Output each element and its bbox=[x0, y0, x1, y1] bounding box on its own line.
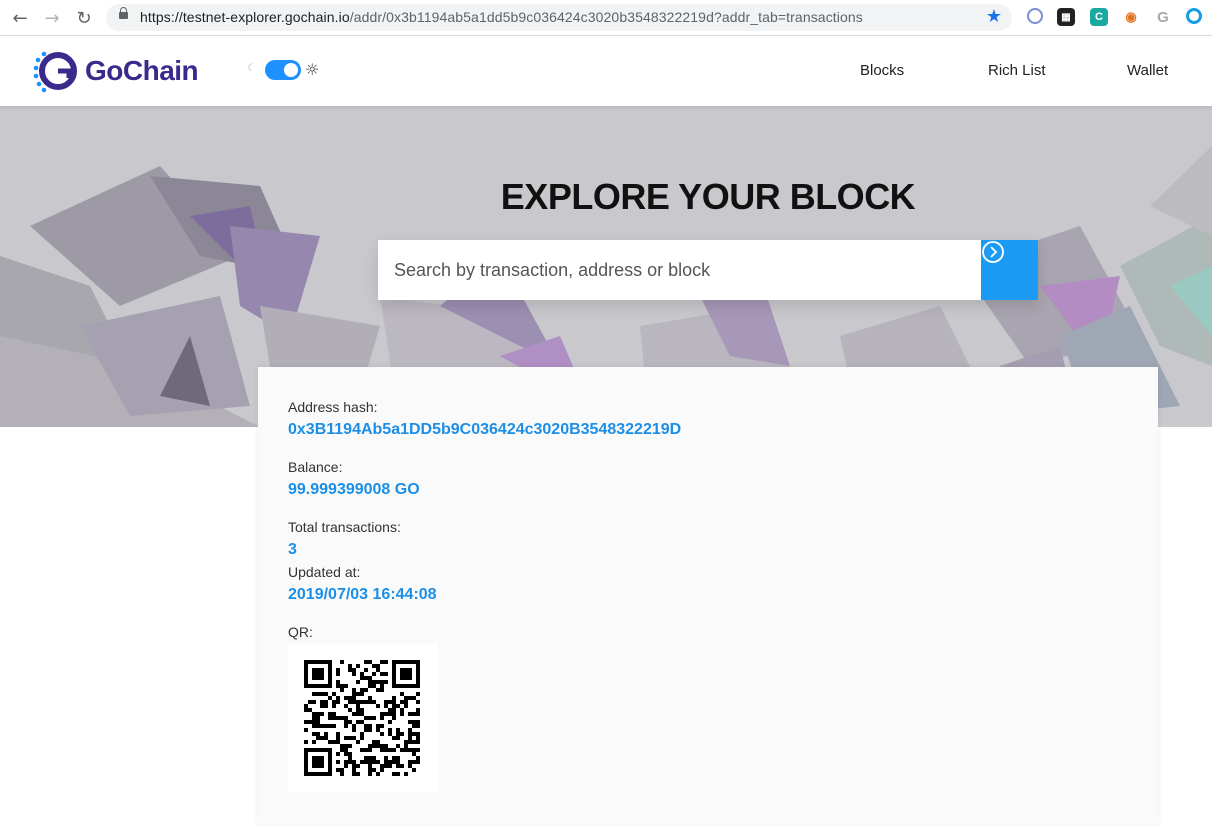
address-details-card: Address hash: 0x3B1194Ab5a1DD5b9C036424c… bbox=[258, 367, 1158, 827]
hero-title: EXPLORE YOUR BLOCK bbox=[500, 176, 916, 217]
qr-label: QR: bbox=[288, 624, 313, 640]
url-host: https://testnet-explorer.gochain.io bbox=[140, 9, 350, 25]
qr-code-container bbox=[288, 644, 438, 792]
url-text[interactable]: https://testnet-explorer.gochain.io/addr… bbox=[140, 9, 863, 25]
site-header: GoChain ☾ ☼ Blocks Rich List Wallet bbox=[0, 36, 1212, 106]
gochain-logo-icon bbox=[33, 51, 77, 93]
extension-metamask-icon[interactable]: ◉ bbox=[1122, 8, 1140, 26]
browser-toolbar: ← → ↻ https://testnet-explorer.gochain.i… bbox=[0, 0, 1212, 36]
extension-google-icon[interactable]: G bbox=[1154, 8, 1172, 26]
gochain-logo[interactable]: GoChain bbox=[33, 48, 213, 94]
extension-wave-icon[interactable]: C bbox=[1090, 8, 1108, 26]
total-transactions-label: Total transactions: bbox=[288, 519, 401, 535]
total-transactions-value: 3 bbox=[288, 541, 297, 558]
sun-icon: ☼ bbox=[305, 60, 320, 79]
search-input[interactable] bbox=[378, 240, 981, 300]
nav-rich-list[interactable]: Rich List bbox=[988, 62, 1046, 79]
moon-icon: ☾ bbox=[247, 63, 256, 74]
extension-opera-icon[interactable] bbox=[1027, 8, 1043, 24]
updated-at-value: 2019/07/03 16:44:08 bbox=[288, 586, 437, 603]
url-path: /addr/0x3b1194ab5a1dd5b9c036424c3020b354… bbox=[349, 9, 863, 25]
back-arrow-icon[interactable]: ← bbox=[8, 6, 32, 30]
chevron-right-circle-icon bbox=[982, 241, 1004, 263]
toggle-knob bbox=[284, 63, 298, 77]
extension-circle-icon[interactable] bbox=[1186, 8, 1202, 24]
logo-text: GoChain bbox=[85, 55, 199, 86]
nav-blocks[interactable]: Blocks bbox=[860, 62, 904, 79]
address-bar[interactable]: https://testnet-explorer.gochain.io/addr… bbox=[106, 4, 1012, 31]
balance-label: Balance: bbox=[288, 459, 343, 475]
lock-icon bbox=[119, 7, 128, 19]
forward-arrow-icon[interactable]: → bbox=[40, 6, 64, 30]
search-bar bbox=[378, 240, 1038, 300]
address-hash-value[interactable]: 0x3B1194Ab5a1DD5b9C036424c3020B354832221… bbox=[288, 421, 681, 439]
search-button[interactable] bbox=[981, 240, 1038, 300]
bookmark-star-icon[interactable]: ★ bbox=[986, 6, 1002, 27]
extension-grid-icon[interactable]: ▦ bbox=[1057, 8, 1075, 26]
balance-value: 99.999399008 GO bbox=[288, 481, 420, 498]
address-hash-label: Address hash: bbox=[288, 399, 378, 415]
qr-code-image bbox=[304, 660, 420, 776]
reload-icon[interactable]: ↻ bbox=[72, 6, 96, 30]
nav-wallet[interactable]: Wallet bbox=[1127, 62, 1168, 79]
updated-at-label: Updated at: bbox=[288, 564, 361, 580]
theme-toggle[interactable] bbox=[265, 60, 301, 80]
